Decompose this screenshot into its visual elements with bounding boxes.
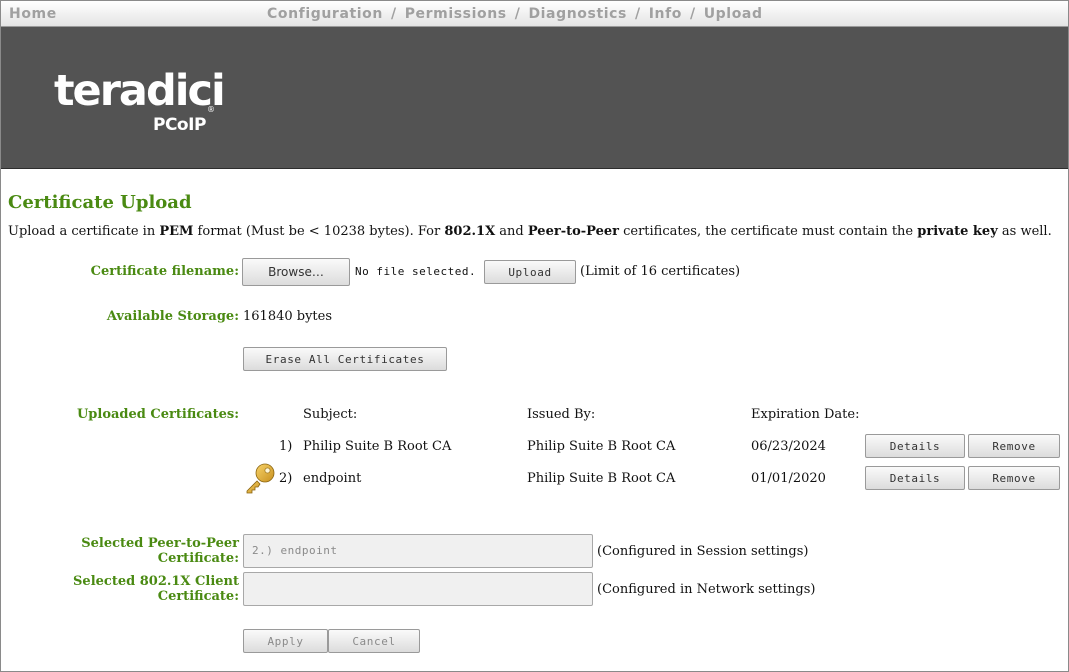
selected-p2p-label-line: Selected Peer-to-Peer	[81, 536, 239, 551]
header-banner: teradici ® PCoIP	[1, 27, 1068, 169]
available-storage-label: Available Storage:	[106, 309, 239, 324]
certificate-issuer: Philip Suite B Root CA	[527, 439, 676, 454]
nav-separator: /	[689, 6, 696, 22]
registered-mark: ®	[207, 105, 215, 114]
intro-text-part: as well.	[997, 224, 1052, 239]
upload-button[interactable]: Upload	[484, 260, 576, 284]
top-nav: Home Configuration / Permissions / Diagnosti…	[1, 1, 1068, 27]
available-storage-value: 161840 bytes	[243, 309, 333, 324]
selected-8021x-label: Selected 802.1X Client Certificate:	[73, 574, 239, 604]
file-status: No file selected.	[355, 265, 477, 278]
subject-header: Subject:	[303, 407, 358, 422]
nav-permissions-link[interactable]: Permissions	[405, 6, 507, 22]
remove-button[interactable]: Remove	[968, 434, 1060, 458]
cancel-button[interactable]: Cancel	[328, 629, 420, 653]
teradici-logo: teradici	[54, 66, 226, 116]
intro-text-part: certificates, the certificate must conta…	[618, 224, 918, 239]
expiration-date-header: Expiration Date:	[751, 407, 860, 422]
selected-p2p-label: Selected Peer-to-Peer Certificate:	[81, 536, 239, 566]
certificate-expiration: 06/23/2024	[751, 439, 826, 454]
nav-diagnostics-link[interactable]: Diagnostics	[528, 6, 627, 22]
browse-button[interactable]: Browse…	[242, 258, 350, 286]
intro-pem: PEM	[159, 224, 194, 239]
selected-p2p-label-line: Certificate:	[157, 551, 239, 566]
remove-button[interactable]: Remove	[968, 466, 1060, 490]
p2p-config-note: (Configured in Session settings)	[597, 544, 809, 559]
nav-separator: /	[390, 6, 397, 22]
issued-by-header: Issued By:	[527, 407, 596, 422]
page-title: Certificate Upload	[8, 192, 192, 213]
nav-menu: Configuration / Permissions / Diagnostics / In…	[267, 6, 763, 22]
limit-note: (Limit of 16 certificates)	[580, 264, 741, 279]
details-button[interactable]: Details	[865, 466, 965, 490]
nav-home-link[interactable]: Home	[9, 6, 57, 22]
private-key-icon	[246, 463, 275, 494]
intro-text: Upload a certificate in PEM format (Must…	[8, 224, 1052, 239]
certificate-row-number: 2)	[279, 471, 293, 486]
selected-8021x-certificate-field	[243, 572, 593, 606]
certificate-subject: endpoint	[303, 471, 362, 486]
8021x-config-note: (Configured in Network settings)	[597, 582, 816, 597]
apply-button[interactable]: Apply	[243, 629, 328, 653]
selected-8021x-label-line: Selected 802.1X Client	[73, 574, 239, 589]
uploaded-certificates-label: Uploaded Certificates:	[76, 407, 239, 422]
intro-8021x: 802.1X	[444, 224, 496, 239]
selected-p2p-certificate-field: 2.) endpoint	[243, 534, 593, 568]
nav-upload-link[interactable]: Upload	[704, 6, 763, 22]
certificate-issuer: Philip Suite B Root CA	[527, 471, 676, 486]
intro-text-part: Upload a certificate in	[8, 224, 160, 239]
selected-8021x-label-line: Certificate:	[157, 589, 239, 604]
pcoip-logo: PCoIP	[153, 115, 206, 135]
details-button[interactable]: Details	[865, 434, 965, 458]
nav-separator: /	[634, 6, 641, 22]
intro-peer-to-peer: Peer-to-Peer	[527, 224, 619, 239]
certificate-subject: Philip Suite B Root CA	[303, 439, 452, 454]
nav-info-link[interactable]: Info	[649, 6, 682, 22]
certificate-filename-label: Certificate filename:	[90, 264, 239, 279]
intro-private-key: private key	[917, 224, 998, 239]
certificate-expiration: 01/01/2020	[751, 471, 826, 486]
erase-all-certificates-button[interactable]: Erase All Certificates	[243, 347, 447, 371]
nav-configuration-link[interactable]: Configuration	[267, 6, 383, 22]
intro-text-part: format (Must be < 10238 bytes). For	[193, 224, 445, 239]
certificate-row-number: 1)	[279, 439, 293, 454]
intro-text-part: and	[495, 224, 528, 239]
nav-separator: /	[514, 6, 521, 22]
